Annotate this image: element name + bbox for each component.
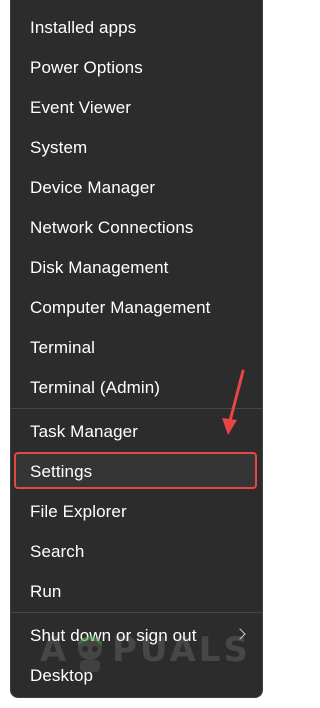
menu-item-terminal-admin[interactable]: Terminal (Admin) [11,370,262,406]
menu-item-label: Terminal [30,338,96,357]
menu-item-installed-apps[interactable]: Installed apps [11,10,262,46]
menu-item-device-manager[interactable]: Device Manager [11,170,262,206]
menu-item-label: Computer Management [30,298,211,317]
menu-item-search[interactable]: Search [11,534,262,570]
menu-item-computer-management[interactable]: Computer Management [11,290,262,326]
menu-item-label: Installed apps [30,18,137,37]
winx-context-menu: Installed apps Power Options Event Viewe… [10,0,263,698]
menu-item-label: Task Manager [30,422,138,441]
menu-item-desktop[interactable]: Desktop [11,658,262,694]
menu-item-power-options[interactable]: Power Options [11,50,262,86]
menu-item-label: System [30,138,88,157]
menu-item-task-manager[interactable]: Task Manager [11,414,262,450]
menu-item-disk-management[interactable]: Disk Management [11,250,262,286]
menu-item-network-connections[interactable]: Network Connections [11,210,262,246]
menu-item-label: Event Viewer [30,98,132,117]
menu-item-label: Shut down or sign out [30,626,197,645]
menu-item-system[interactable]: System [11,130,262,166]
menu-item-label: Device Manager [30,178,156,197]
menu-item-label: Run [30,582,62,601]
menu-item-terminal[interactable]: Terminal [11,330,262,366]
menu-item-label: Settings [30,462,93,481]
chevron-right-icon [234,628,246,640]
menu-item-file-explorer[interactable]: File Explorer [11,494,262,530]
menu-divider [11,612,262,613]
menu-item-label: Terminal (Admin) [30,378,161,397]
menu-item-settings[interactable]: Settings [11,454,262,490]
menu-item-shut-down-or-sign-out[interactable]: Shut down or sign out [11,618,262,654]
menu-item-run[interactable]: Run [11,574,262,610]
menu-item-label: Power Options [30,58,143,77]
menu-item-event-viewer[interactable]: Event Viewer [11,90,262,126]
menu-item-label: File Explorer [30,502,127,521]
menu-item-label: Search [30,542,85,561]
menu-item-label: Network Connections [30,218,194,237]
menu-item-label: Desktop [30,666,94,685]
menu-item-label: Disk Management [30,258,169,277]
menu-divider [11,408,262,409]
